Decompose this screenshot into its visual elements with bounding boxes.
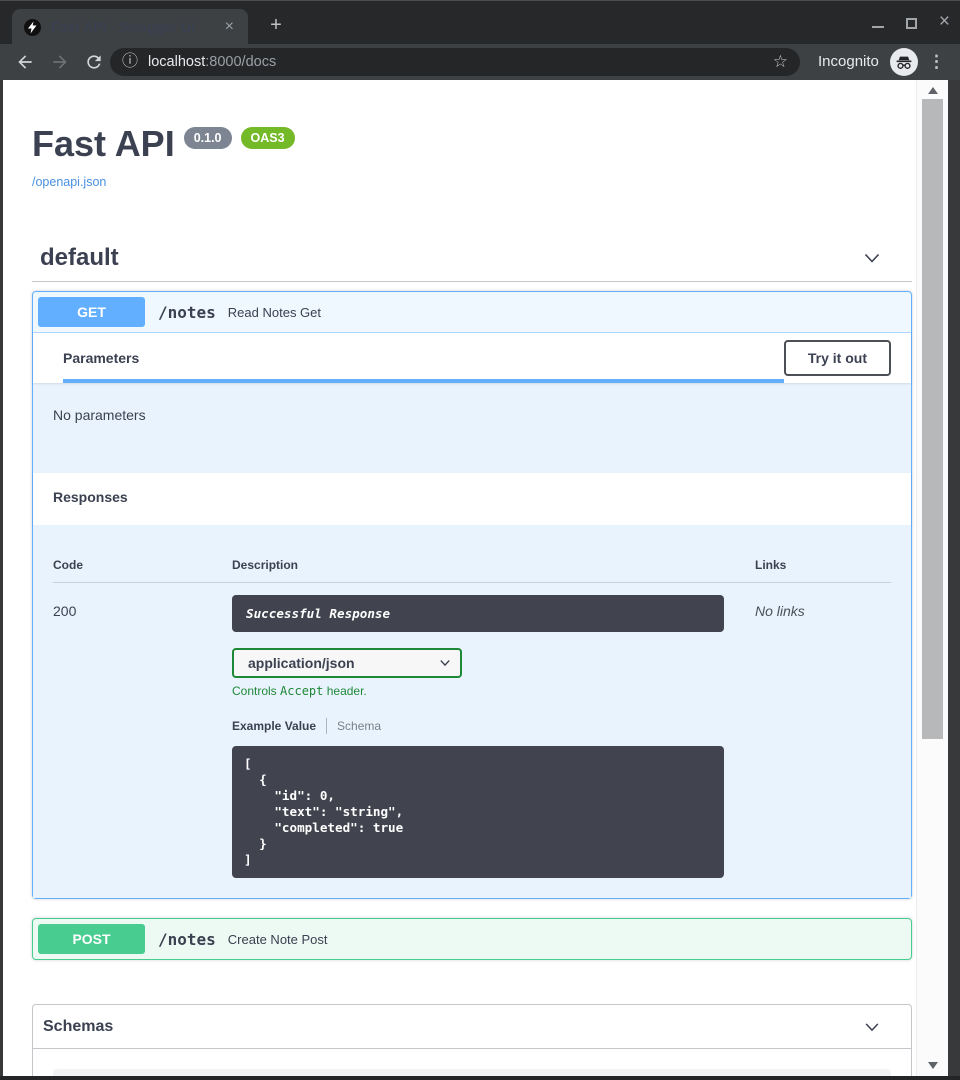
address-bar[interactable]: ⓘ localhost:8000/docs ☆	[110, 48, 800, 76]
opblock-post-notes: POST /notes Create Note Post	[32, 918, 912, 960]
browser-toolbar: ⓘ localhost:8000/docs ☆ Incognito ⋮	[0, 44, 960, 80]
parameters-header: Parameters Try it out	[33, 333, 911, 383]
tag-name: default	[40, 244, 119, 272]
get-summary[interactable]: GET /notes Read Notes Get	[33, 292, 911, 333]
response-description-cell: Successful Response application/json Con…	[232, 595, 755, 878]
api-title: Fast API	[32, 126, 175, 162]
tab-schema[interactable]: Schema	[337, 719, 381, 733]
page-title-row: Fast API 0.1.0 OAS3	[32, 126, 912, 162]
responses-title: Responses	[33, 473, 911, 525]
scrollbar-down-arrow-icon[interactable]	[928, 1062, 938, 1069]
try-it-out-button[interactable]: Try it out	[784, 340, 891, 376]
accept-code: Accept	[280, 684, 323, 698]
schemas-header[interactable]: Schemas	[33, 1005, 911, 1049]
page-viewport: Fast API 0.1.0 OAS3 /openapi.json defaul…	[0, 80, 960, 1080]
forward-icon[interactable]	[50, 52, 70, 72]
tag-section-header[interactable]: default	[32, 235, 912, 282]
example-json-block: [ { "id": 0, "text": "string", "complete…	[232, 746, 724, 878]
response-description: Successful Response	[232, 595, 724, 632]
tab-separator	[326, 718, 327, 734]
browser-menu-icon[interactable]: ⋮	[928, 52, 945, 72]
post-description: Create Note Post	[228, 932, 328, 947]
window-controls: ×	[872, 1, 950, 45]
reload-icon[interactable]	[84, 52, 104, 72]
example-schema-tabs: Example Value Schema	[232, 718, 755, 734]
responses-table-header: Code Description Links	[53, 558, 891, 583]
swagger-content: Fast API 0.1.0 OAS3 /openapi.json defaul…	[32, 80, 912, 1080]
version-badge: 0.1.0	[184, 127, 232, 149]
incognito-icon	[890, 48, 918, 76]
tab-strip: Fast API - Swagger UI × + ×	[0, 0, 960, 44]
media-type-control: application/json	[232, 648, 462, 678]
maximize-button[interactable]	[906, 18, 917, 29]
description-column-header: Description	[232, 558, 755, 572]
url-text[interactable]: localhost:8000/docs	[148, 54, 276, 70]
response-code: 200	[53, 595, 232, 619]
back-icon[interactable]	[15, 52, 35, 72]
response-links: No links	[755, 595, 891, 619]
chevron-down-icon[interactable]	[862, 248, 882, 268]
no-parameters-text: No parameters	[33, 383, 911, 473]
links-column-header: Links	[755, 558, 891, 572]
scrollbar-up-arrow-icon[interactable]	[928, 87, 938, 94]
minimize-button[interactable]	[872, 17, 884, 29]
media-type-select[interactable]: application/json	[232, 648, 462, 678]
get-path: /notes	[158, 303, 216, 322]
post-path: /notes	[158, 930, 216, 949]
schemas-title: Schemas	[43, 1018, 113, 1036]
page-scrollbar[interactable]	[916, 80, 948, 1076]
get-description: Read Notes Get	[228, 305, 321, 320]
tab-example-value[interactable]: Example Value	[232, 719, 316, 733]
opblock-get-notes: GET /notes Read Notes Get Parameters Try…	[32, 291, 912, 899]
schemas-chevron-down-icon[interactable]	[863, 1018, 881, 1036]
window-right-edge	[948, 80, 960, 1076]
scrollbar-thumb[interactable]	[922, 99, 943, 739]
url-host: localhost	[148, 54, 205, 70]
bookmark-star-icon[interactable]: ☆	[773, 53, 788, 71]
responses-body: Code Description Links 200 Successful Re…	[33, 525, 911, 898]
page-info-icon[interactable]: ⓘ	[122, 54, 138, 70]
window-bottom-edge	[0, 1076, 960, 1080]
tab-parameters[interactable]: Parameters	[63, 333, 784, 383]
window-left-edge	[0, 80, 3, 1076]
url-path: :8000/docs	[205, 54, 276, 70]
get-method-badge: GET	[38, 297, 145, 327]
new-tab-button[interactable]: +	[264, 15, 288, 35]
oas3-badge: OAS3	[241, 127, 295, 149]
window-close-button[interactable]: ×	[939, 16, 950, 30]
incognito-label: Incognito	[818, 53, 879, 70]
schemas-section: Schemas Note	[32, 1004, 912, 1080]
response-row-200: 200 Successful Response application/json	[53, 595, 891, 878]
browser-window: Fast API - Swagger UI × + × ⓘ localhost:…	[0, 0, 960, 1080]
post-summary[interactable]: POST /notes Create Note Post	[33, 919, 911, 959]
code-column-header: Code	[53, 558, 232, 572]
openapi-spec-link[interactable]: /openapi.json	[32, 175, 106, 189]
tab-close-icon[interactable]: ×	[219, 17, 240, 37]
browser-tab[interactable]: Fast API - Swagger UI ×	[12, 9, 248, 45]
post-method-badge: POST	[38, 924, 145, 954]
fastapi-favicon-icon	[24, 19, 41, 36]
accept-header-hint: Controls Accept header.	[232, 684, 755, 698]
